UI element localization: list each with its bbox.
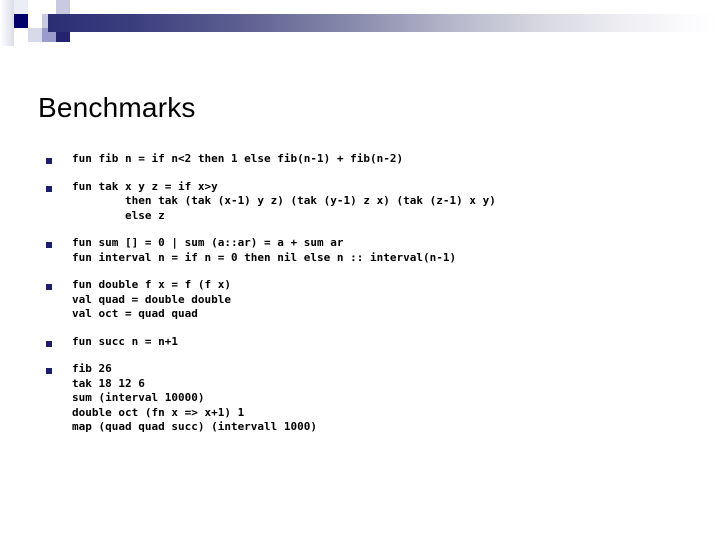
code-line: fun succ n = n+1 (72, 334, 178, 348)
code-line: val quad = double double (72, 292, 231, 306)
deco-square-pale-top (14, 0, 28, 14)
bullet-square-icon (46, 158, 52, 164)
bullet-square-icon (46, 340, 52, 347)
slide: Benchmarks fun fib n = if n<2 then 1 els… (0, 0, 720, 540)
bullet-item-tak: fun tak x y z = if x>y then tak (tak (x-… (40, 180, 690, 224)
deco-square-white-a (28, 0, 42, 14)
header-gradient-bar (48, 14, 720, 32)
deco-square-light-b (42, 0, 56, 14)
code-line: double oct (fn x => x+1) 1 (72, 405, 245, 419)
bullet-item-fib: fun fib n = if n<2 then 1 else fib(n-1) … (40, 152, 690, 167)
slide-header-decoration (0, 0, 720, 52)
deco-square-navy (14, 14, 28, 28)
code-line: fun tak x y z = if x>y (72, 179, 218, 193)
code-line: fun interval n = if n = 0 then nil else … (72, 250, 457, 264)
bullet-square-icon (46, 242, 52, 248)
code-line: tak 18 12 6 (72, 376, 145, 390)
deco-square-lilac-top (56, 0, 70, 14)
bullet-square-icon (46, 368, 52, 374)
code-line: else z (72, 208, 165, 222)
deco-square-mid-b (42, 42, 56, 52)
code-line: fun fib n = if n<2 then 1 else fib(n-1) … (72, 152, 404, 165)
deco-square-pale-left (0, 0, 14, 46)
bullet-square-icon (46, 185, 52, 192)
bullet-item-sum-interval: fun sum [] = 0 | sum (a::ar) = a + sum a… (40, 236, 690, 265)
bullet-item-succ: fun succ n = n+1 (40, 335, 690, 350)
code-line: then tak (tak (x-1) y z) (tak (y-1) z x)… (72, 194, 496, 207)
code-line: fun sum [] = 0 | sum (a::ar) = a + sum a… (72, 236, 344, 249)
code-line: fun double f x = f (f x) (72, 278, 231, 291)
deco-square-light-a (28, 28, 42, 42)
slide-body: fun fib n = if n<2 then 1 else fib(n-1) … (40, 152, 690, 448)
deco-square-white-b (28, 14, 42, 28)
bullet-item-benchmark-invocations: fib 26 tak 18 12 6 sum (interval 10000) … (40, 362, 690, 435)
code-line: val oct = quad quad (72, 307, 198, 320)
bullet-square-icon (46, 284, 52, 290)
code-line: fib 26 (72, 362, 112, 375)
code-line: sum (interval 10000) (72, 391, 205, 404)
page-title: Benchmarks (38, 91, 196, 123)
bullet-item-double-quad-oct: fun double f x = f (f x) val quad = doub… (40, 278, 690, 322)
code-line: map (quad quad succ) (intervall 1000) (72, 420, 318, 433)
